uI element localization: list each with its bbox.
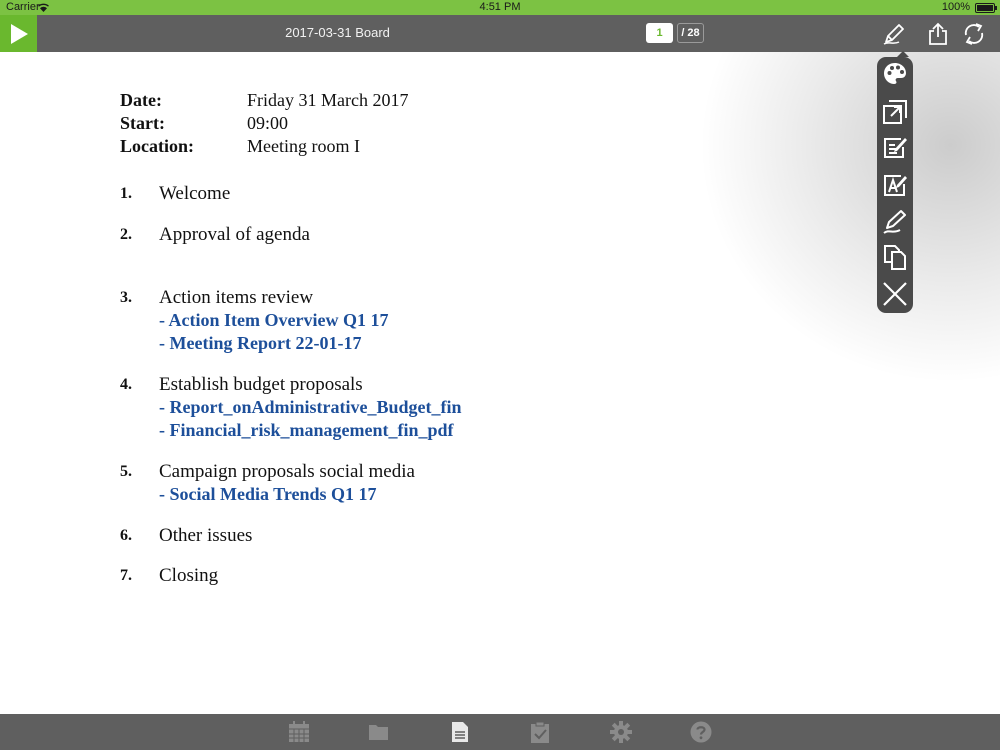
palette-icon[interactable] [881,60,909,88]
play-icon [11,24,28,44]
document-icon[interactable] [449,721,471,743]
attachment-link[interactable]: - Action Item Overview Q1 17 [159,310,388,331]
top-toolbar: 2017-03-31 Board 1 / 28 [0,15,1000,52]
attachment-link[interactable]: - Meeting Report 22-01-17 [159,333,361,354]
document-title: 2017-03-31 Board [285,25,390,40]
agenda-title: Action items review [159,287,314,308]
date-label: Date: [120,90,162,110]
bottom-tab-bar [0,714,1000,750]
attachment-link[interactable]: - Report_onAdministrative_Budget_fin [159,397,462,418]
clipboard-check-icon[interactable] [529,721,551,743]
agenda-title: Welcome [159,183,231,204]
location-value: Meeting room I [247,136,360,156]
agenda-number: 3. [120,289,132,306]
menu-shadow [690,52,1000,392]
agenda-number: 4. [120,376,132,393]
signature-icon[interactable] [881,208,909,236]
folder-icon[interactable] [368,721,390,743]
agenda-number: 2. [120,226,132,243]
agenda-title: Other issues [159,525,253,546]
export-icon[interactable] [881,98,909,126]
share-icon[interactable] [926,22,950,46]
agenda-number: 7. [120,567,132,584]
status-time: 4:51 PM [479,1,521,13]
agenda-title: Closing [159,565,219,586]
battery-icon [975,3,997,13]
status-bar: Carrier 4:51 PM 100% [0,0,1000,15]
start-label: Start: [120,113,165,133]
agenda-title: Establish budget proposals [159,374,363,395]
text-annotate-icon[interactable] [881,171,909,199]
current-page-field[interactable]: 1 [646,23,673,43]
date-value: Friday 31 March 2017 [247,90,409,110]
copy-icon[interactable] [881,243,909,271]
document-page: Date: Friday 31 March 2017 Start: 09:00 … [0,52,1000,714]
location-label: Location: [120,136,194,156]
start-value: 09:00 [247,113,289,133]
battery-percent: 100% [941,1,970,13]
attachment-link[interactable]: - Financial_risk_management_fin_pdf [159,420,454,441]
gear-icon[interactable] [610,721,632,743]
calendar-icon[interactable] [288,721,310,743]
total-pages: / 28 [677,23,704,43]
play-button[interactable] [0,15,37,52]
sync-icon[interactable] [962,22,986,46]
close-icon[interactable] [881,280,909,308]
edit-note-icon[interactable] [881,134,909,162]
agenda-number: 5. [120,463,132,480]
agenda-title: Campaign proposals social media [159,461,415,482]
agenda-number: 1. [120,185,132,202]
agenda-number: 6. [120,527,132,544]
help-icon[interactable] [690,721,712,743]
pen-icon[interactable] [882,22,906,46]
agenda-title: Approval of agenda [159,224,310,245]
attachment-link[interactable]: - Social Media Trends Q1 17 [159,484,377,505]
annotation-menu [877,57,913,313]
